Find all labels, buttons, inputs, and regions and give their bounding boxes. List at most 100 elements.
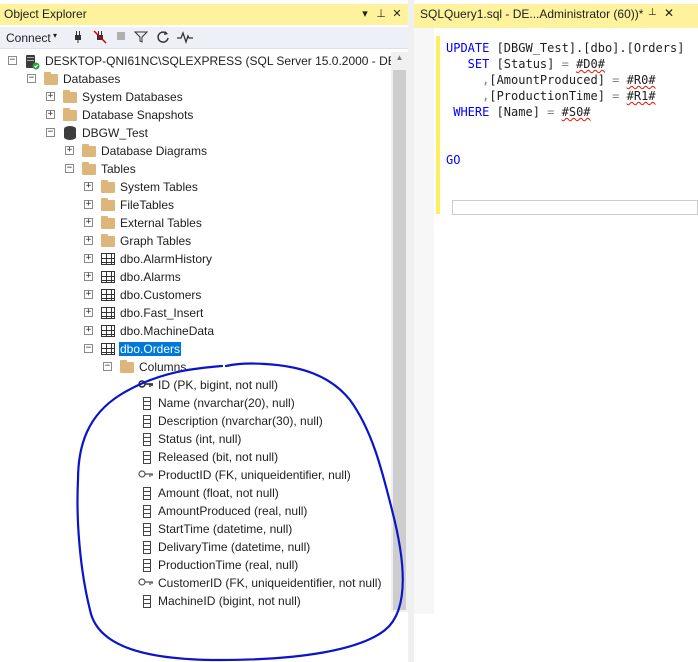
tree-node-database-diagrams[interactable]: + Database Diagrams — [0, 142, 390, 160]
collapse-toggle[interactable]: − — [27, 74, 36, 83]
tree-node-column[interactable]: Description (nvarchar(30), null) — [0, 412, 390, 430]
pin-icon[interactable]: ⊥ — [648, 7, 657, 18]
expand-toggle[interactable]: + — [84, 272, 93, 281]
code-line: UPDATE [DBGW_Test].[dbo].[Orders] — [446, 40, 684, 56]
tree-node-table-fast-insert[interactable]: + dbo.Fast_Insert — [0, 304, 390, 322]
activity-monitor-icon[interactable] — [177, 30, 193, 46]
folder-icon — [63, 108, 77, 121]
expand-toggle[interactable]: + — [65, 146, 74, 155]
tree-node-system-tables[interactable]: + System Tables — [0, 178, 390, 196]
scrollbar-thumb[interactable] — [393, 70, 406, 610]
primary-key-icon — [138, 378, 154, 392]
expand-toggle[interactable]: + — [84, 308, 93, 317]
collapse-toggle[interactable]: − — [46, 128, 55, 137]
connect-dropdown-icon[interactable]: ▾ — [53, 31, 57, 40]
expand-toggle[interactable]: + — [84, 236, 93, 245]
code-line: GO — [446, 152, 684, 168]
scroll-up-icon[interactable]: ▲ — [391, 53, 408, 67]
table-icon — [101, 343, 115, 355]
close-tab-icon[interactable]: ✕ — [664, 6, 674, 20]
server-icon — [24, 54, 40, 70]
object-explorer-tree: − DESKTOP-QNI61NC\SQLEXPRESS (SQL Server… — [0, 52, 436, 652]
tree-node-column[interactable]: CustomerID (FK, uniqueidentifier, not nu… — [0, 574, 390, 592]
tree-node-column[interactable]: Released (bit, not null) — [0, 448, 390, 466]
collapse-toggle[interactable]: − — [84, 344, 93, 353]
filter-icon[interactable] — [133, 30, 149, 46]
expand-toggle[interactable]: + — [84, 200, 93, 209]
collapse-toggle[interactable]: − — [103, 362, 112, 371]
code-line: SET [Status] = #D0# — [446, 56, 684, 72]
table-label: dbo.Alarms — [120, 270, 181, 284]
sql-keyword: UPDATE — [446, 41, 490, 55]
tree-node-databases[interactable]: − Databases — [0, 70, 390, 88]
tree-node-column[interactable]: Name (nvarchar(20), null) — [0, 394, 390, 412]
disconnect-icon[interactable] — [92, 30, 108, 46]
database-snapshots-label: Database Snapshots — [82, 108, 194, 122]
editor-horizontal-scrollbar[interactable] — [452, 200, 698, 215]
external-tables-label: External Tables — [120, 216, 202, 230]
stop-icon[interactable] — [113, 30, 129, 46]
connect-button[interactable]: Connect — [6, 31, 51, 45]
window-position-dropdown-icon[interactable]: ▾ — [358, 6, 372, 22]
table-label: dbo.Fast_Insert — [120, 306, 204, 320]
tree-node-table-alarm-history[interactable]: + dbo.AlarmHistory — [0, 250, 390, 268]
folder-icon — [44, 72, 58, 85]
sql-editor[interactable]: UPDATE [DBGW_Test].[dbo].[Orders] SET [S… — [446, 40, 684, 168]
tree-node-column[interactable]: Status (int, null) — [0, 430, 390, 448]
tree-node-columns[interactable]: − Columns — [0, 358, 390, 376]
collapse-toggle[interactable]: − — [65, 164, 74, 173]
refresh-icon[interactable] — [155, 30, 171, 46]
sql-placeholder: #S0# — [561, 105, 591, 119]
column-icon — [143, 397, 151, 410]
tree-node-column[interactable]: Amount (float, not null) — [0, 484, 390, 502]
tree-node-column[interactable]: DelivaryTime (datetime, null) — [0, 538, 390, 556]
column-label: StartTime (datetime, null) — [158, 522, 293, 536]
tree-node-database-snapshots[interactable]: + Database Snapshots — [0, 106, 390, 124]
column-label: AmountProduced (real, null) — [158, 504, 308, 518]
tree-node-dbgw-test[interactable]: − DBGW_Test — [0, 124, 390, 142]
tree-node-column[interactable]: StartTime (datetime, null) — [0, 520, 390, 538]
query-tab-active[interactable]: SQLQuery1.sql - DE...Administrator (60))… — [414, 4, 698, 25]
tree-node-table-customers[interactable]: + dbo.Customers — [0, 286, 390, 304]
column-label: Status (int, null) — [158, 432, 242, 446]
folder-icon — [101, 216, 115, 229]
folder-icon — [63, 90, 77, 103]
table-icon — [101, 325, 115, 337]
expand-toggle[interactable]: + — [46, 92, 55, 101]
system-tables-label: System Tables — [120, 180, 198, 194]
expand-toggle[interactable]: + — [84, 182, 93, 191]
pin-icon[interactable]: ⊥ — [374, 6, 388, 22]
database-diagrams-label: Database Diagrams — [101, 144, 208, 158]
code-line: ,[AmountProduced] = #R0# — [446, 72, 684, 88]
sql-comma: , — [446, 89, 490, 103]
tree-node-file-tables[interactable]: + FileTables — [0, 196, 390, 214]
databases-label: Databases — [63, 72, 121, 86]
tree-node-table-orders[interactable]: − dbo.Orders — [0, 340, 390, 358]
expand-toggle[interactable]: + — [84, 290, 93, 299]
tree-node-external-tables[interactable]: + External Tables — [0, 214, 390, 232]
tree-node-graph-tables[interactable]: + Graph Tables — [0, 232, 390, 250]
collapse-toggle[interactable]: − — [8, 56, 17, 65]
expand-toggle[interactable]: + — [46, 110, 55, 119]
sql-keyword: GO — [446, 153, 461, 167]
expand-toggle[interactable]: + — [84, 326, 93, 335]
tree-node-table-alarms[interactable]: + dbo.Alarms — [0, 268, 390, 286]
tree-node-column[interactable]: AmountProduced (real, null) — [0, 502, 390, 520]
sql-operator: = — [604, 73, 627, 87]
tree-node-column[interactable]: ID (PK, bigint, not null) — [0, 376, 390, 394]
column-label: MachineID (bigint, not null) — [158, 594, 301, 608]
tree-node-server[interactable]: − DESKTOP-QNI61NC\SQLEXPRESS (SQL Server… — [0, 52, 436, 70]
tree-node-tables[interactable]: − Tables — [0, 160, 390, 178]
tree-node-table-machine-data[interactable]: + dbo.MachineData — [0, 322, 390, 340]
folder-icon — [120, 360, 134, 373]
close-icon[interactable]: ✕ — [390, 6, 404, 22]
object-explorer-title-bar: Object Explorer ▾ ⊥ ✕ — [0, 4, 408, 25]
tree-node-column[interactable]: MachineID (bigint, not null) — [0, 592, 390, 610]
tree-node-system-databases[interactable]: + System Databases — [0, 88, 390, 106]
connect-plug-icon[interactable] — [70, 30, 86, 46]
tree-node-column[interactable]: ProductionTime (real, null) — [0, 556, 390, 574]
expand-toggle[interactable]: + — [84, 254, 93, 263]
expand-toggle[interactable]: + — [84, 218, 93, 227]
tree-node-column[interactable]: ProductID (FK, uniqueidentifier, null) — [0, 466, 390, 484]
